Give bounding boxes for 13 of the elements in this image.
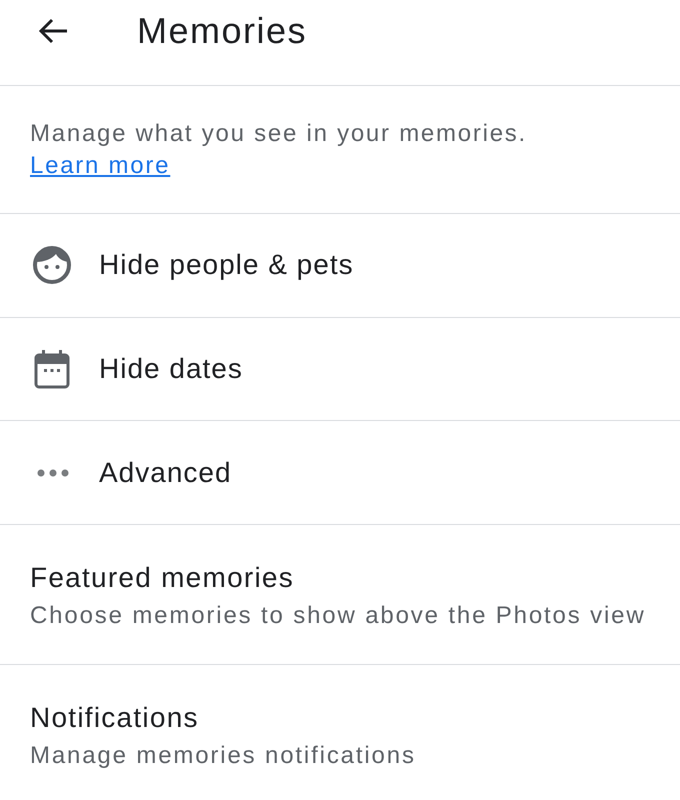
settings-item[interactable]: Notifications Manage memories notifications [0, 665, 680, 800]
face-icon [32, 245, 72, 286]
settings-item[interactable]: Featured memories Choose memories to show above the Photos view [0, 525, 680, 666]
page-title: Memories [137, 10, 308, 52]
setting-description: Choose memories to show above the Photos view [30, 601, 646, 632]
intro-text: Manage what you see in your memories. [30, 118, 527, 149]
setting-description: Manage memories notifications [30, 741, 416, 772]
learn-more-link[interactable]: Learn more [30, 150, 170, 182]
back-arrow-icon [38, 18, 68, 44]
calendar-icon [32, 349, 72, 389]
setting-title: Featured memories [30, 561, 294, 596]
setting-title: Notifications [30, 701, 199, 736]
more-icon [37, 468, 69, 477]
